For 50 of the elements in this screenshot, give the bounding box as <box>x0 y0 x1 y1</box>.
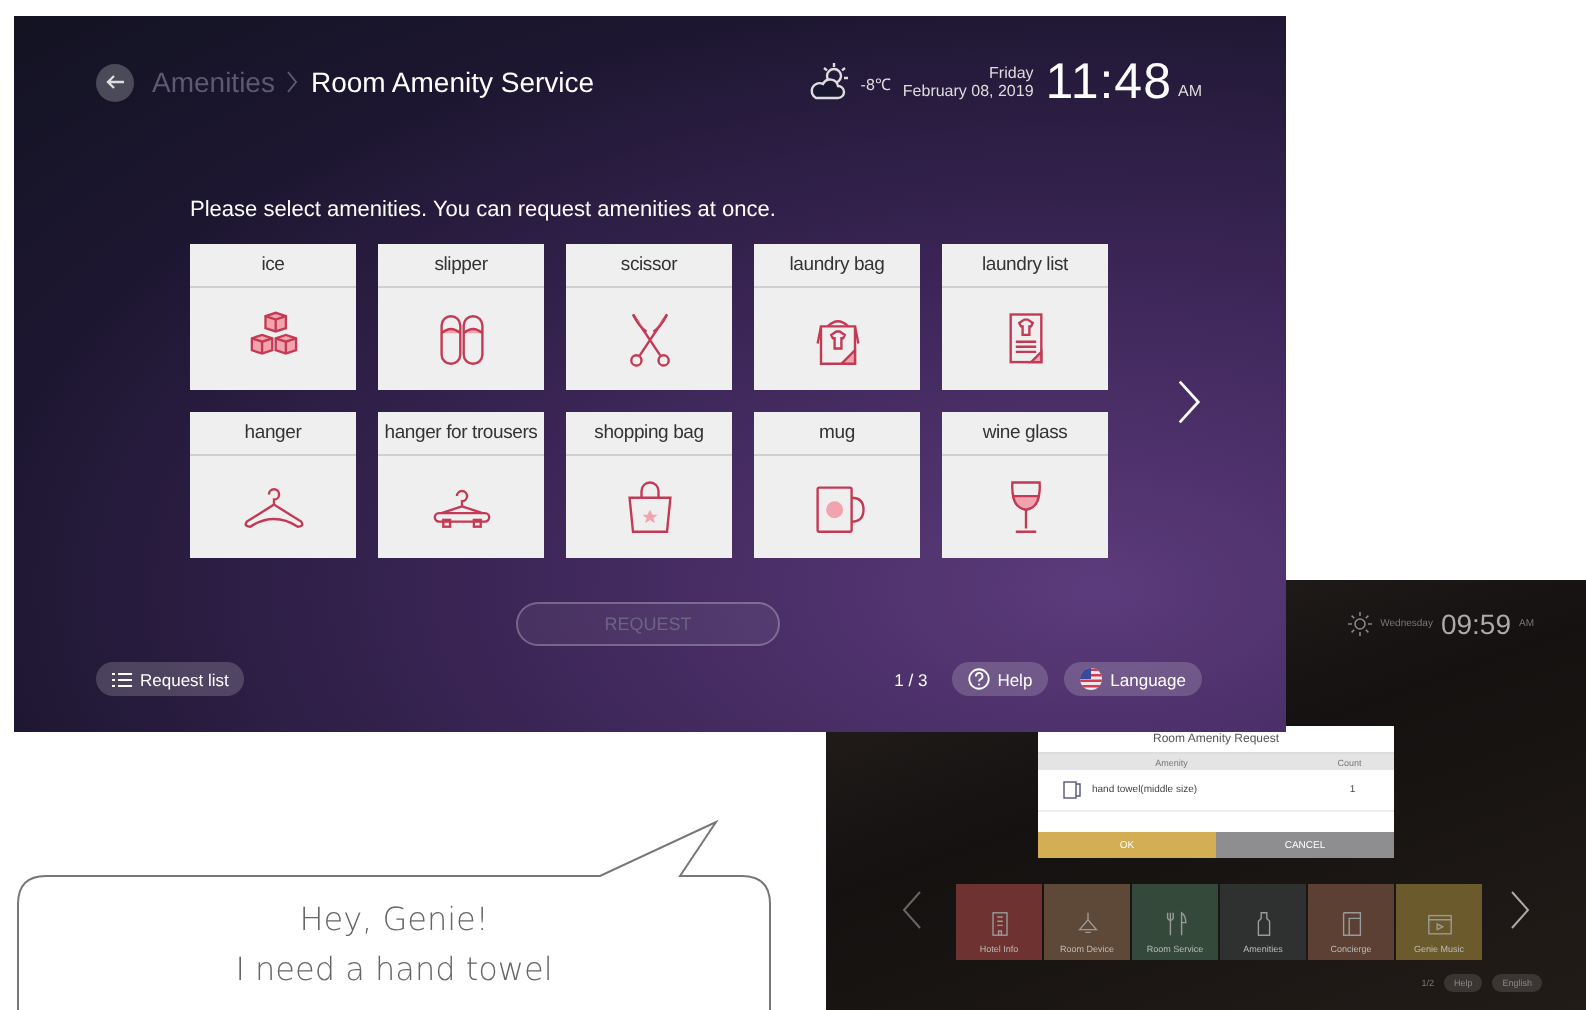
cutlery-icon <box>1161 910 1189 938</box>
help-button[interactable]: Help <box>951 662 1049 696</box>
amenity-label: wine glass <box>942 412 1108 456</box>
amenity-tile[interactable]: laundry list <box>942 244 1108 390</box>
amenity-tile[interactable]: mug <box>754 412 920 558</box>
amenity-label: hanger <box>190 412 356 456</box>
help-icon <box>967 668 990 690</box>
clock-meridiem: AM <box>1178 81 1202 99</box>
chevron-left-icon[interactable] <box>902 890 922 930</box>
request-list-button[interactable]: Request list <box>96 662 245 696</box>
page-title: Room Amenity Service <box>310 66 595 98</box>
amenity-tile[interactable]: hanger <box>190 412 356 558</box>
list-icon <box>112 671 132 687</box>
instruction-text: Please select amenities. You can request amenities at once. <box>190 198 778 222</box>
clock-time: 09:59 <box>1440 608 1511 640</box>
amenity-tile[interactable]: ice <box>190 244 356 390</box>
amenity-tile[interactable]: scissor <box>566 244 732 390</box>
amenity-label: laundry bag <box>754 244 920 288</box>
chevron-right-icon[interactable] <box>1510 890 1530 930</box>
flag-icon <box>1080 668 1103 690</box>
page-indicator: 1 / 3 <box>894 669 928 689</box>
lamp-icon <box>1073 910 1101 938</box>
back-arrow-icon <box>105 72 125 92</box>
towel-icon <box>1062 780 1082 800</box>
language-button[interactable]: Language <box>1064 662 1202 696</box>
amenity-tile[interactable]: slipper <box>378 244 544 390</box>
speech-text: I need a hand towel <box>235 948 553 992</box>
back-button[interactable] <box>96 63 134 101</box>
door-icon <box>1337 910 1365 938</box>
amenity-label: shopping bag <box>566 412 732 456</box>
amenity-label: slipper <box>378 244 544 288</box>
cloud-sun-icon <box>806 62 851 102</box>
sun-icon <box>1348 612 1373 636</box>
chevron-right-icon <box>286 70 299 94</box>
amenity-label: mug <box>754 412 920 456</box>
chevron-right-icon[interactable] <box>1176 375 1202 427</box>
amenity-label: hanger for trousers <box>378 412 544 456</box>
amenity-label: scissor <box>566 244 732 288</box>
amenity-tile[interactable]: shopping bag <box>566 412 732 558</box>
date: February 08, 2019 <box>902 82 1034 100</box>
weekday: Friday <box>989 64 1034 82</box>
amenity-tile[interactable]: laundry bag <box>754 244 920 390</box>
amenity-tile[interactable]: hanger for trousers <box>378 412 544 558</box>
amenity-label: ice <box>190 244 356 288</box>
speech-text: Hey, Genie! <box>299 898 489 942</box>
clock-time: 11:48 <box>1045 53 1172 111</box>
amenity-label: laundry list <box>942 244 1108 288</box>
amenity-tile[interactable]: wine glass <box>942 412 1108 558</box>
video-icon <box>1425 910 1453 938</box>
temperature: -8℃ <box>860 73 891 93</box>
